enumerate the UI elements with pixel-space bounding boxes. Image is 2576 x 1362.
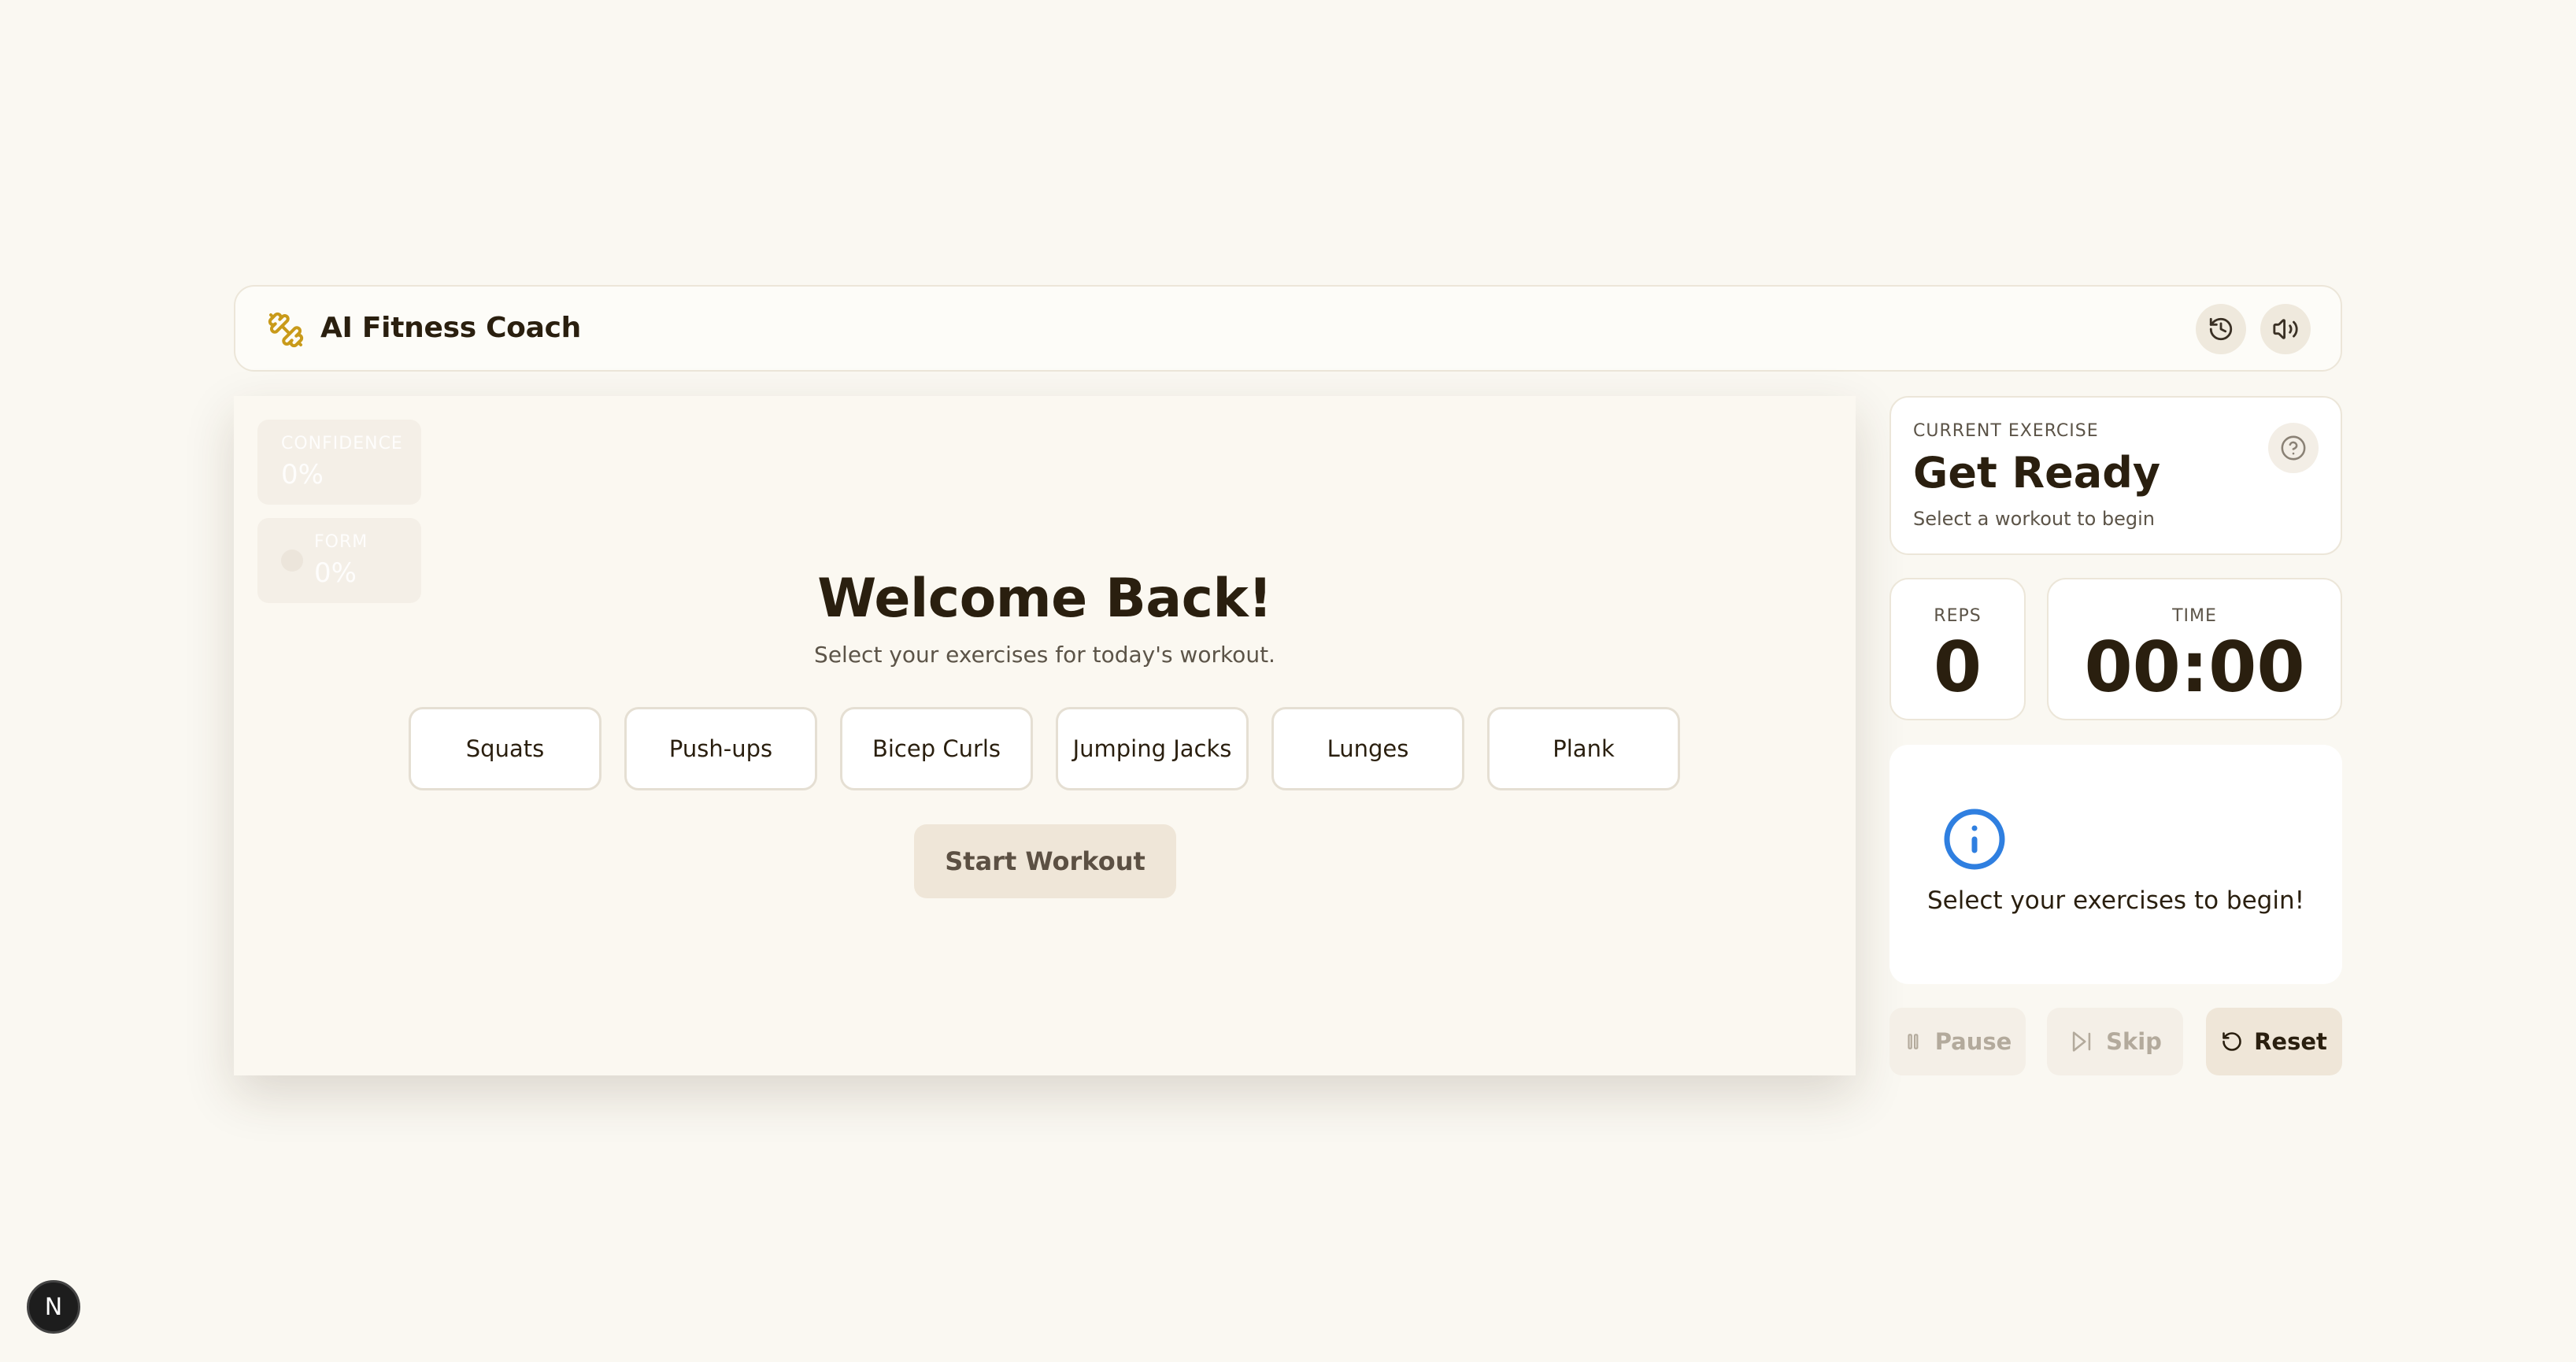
welcome-title: Welcome Back! <box>817 568 1272 630</box>
pause-button[interactable]: Pause <box>1889 1008 2026 1075</box>
video-panel: CONFIDENCE 0% FORM 0% Welcome Back! Sele… <box>234 396 1856 1075</box>
confidence-label: CONFIDENCE <box>281 434 403 453</box>
reps-label: REPS <box>1934 606 1982 626</box>
current-exercise-name: Get Ready <box>1913 448 2161 498</box>
exercise-button-squats[interactable]: Squats <box>409 707 601 790</box>
exercise-button-jumping-jacks[interactable]: Jumping Jacks <box>1056 707 1249 790</box>
confidence-overlay: CONFIDENCE 0% <box>257 420 421 505</box>
form-label: FORM <box>314 532 368 552</box>
exercise-button-push-ups[interactable]: Push-ups <box>624 707 817 790</box>
current-exercise-label: CURRENT EXERCISE <box>1913 421 2099 441</box>
reset-button[interactable]: Reset <box>2206 1008 2342 1075</box>
app-header: AI Fitness Coach <box>234 285 2342 372</box>
info-message: Select your exercises to begin! <box>1926 886 2305 915</box>
exercise-button-plank[interactable]: Plank <box>1487 707 1680 790</box>
history-button[interactable] <box>2196 304 2246 354</box>
sound-button[interactable] <box>2260 304 2311 354</box>
app-title: AI Fitness Coach <box>320 312 581 344</box>
welcome-subtitle: Select your exercises for today's workou… <box>814 642 1275 668</box>
current-exercise-card: CURRENT EXERCISE Get Ready Select a work… <box>1889 396 2342 555</box>
pause-label: Pause <box>1934 1028 2012 1055</box>
exercise-button-bicep-curls[interactable]: Bicep Curls <box>840 707 1033 790</box>
time-value: 00:00 <box>2084 627 2305 708</box>
reps-value: 0 <box>1933 627 1982 708</box>
help-button[interactable] <box>2268 423 2319 473</box>
rotate-ccw-icon <box>2223 1032 2241 1051</box>
reset-label: Reset <box>2254 1028 2327 1055</box>
reps-card: REPS 0 <box>1889 578 2026 720</box>
dumbbell-icon <box>268 312 304 348</box>
start-workout-button[interactable]: Start Workout <box>914 824 1176 898</box>
current-exercise-subtitle: Select a workout to begin <box>1913 508 2155 530</box>
exercise-selector: Squats Push-ups Bicep Curls Jumping Jack… <box>409 707 1680 790</box>
exercise-button-lunges[interactable]: Lunges <box>1271 707 1464 790</box>
confidence-value: 0% <box>281 459 324 490</box>
volume-icon <box>2273 319 2298 339</box>
time-card: TIME 00:00 <box>2047 578 2342 720</box>
help-icon <box>2281 435 2306 461</box>
dev-tools-badge[interactable]: N <box>27 1280 80 1334</box>
history-icon <box>2209 317 2233 341</box>
skip-button[interactable]: Skip <box>2047 1008 2183 1075</box>
pause-icon <box>1908 1034 1919 1049</box>
time-label: TIME <box>2172 606 2217 626</box>
info-card: Select your exercises to begin! <box>1889 745 2342 984</box>
skip-label: Skip <box>2106 1028 2162 1055</box>
skip-forward-icon <box>2072 1031 2091 1052</box>
info-icon <box>1944 809 2005 870</box>
